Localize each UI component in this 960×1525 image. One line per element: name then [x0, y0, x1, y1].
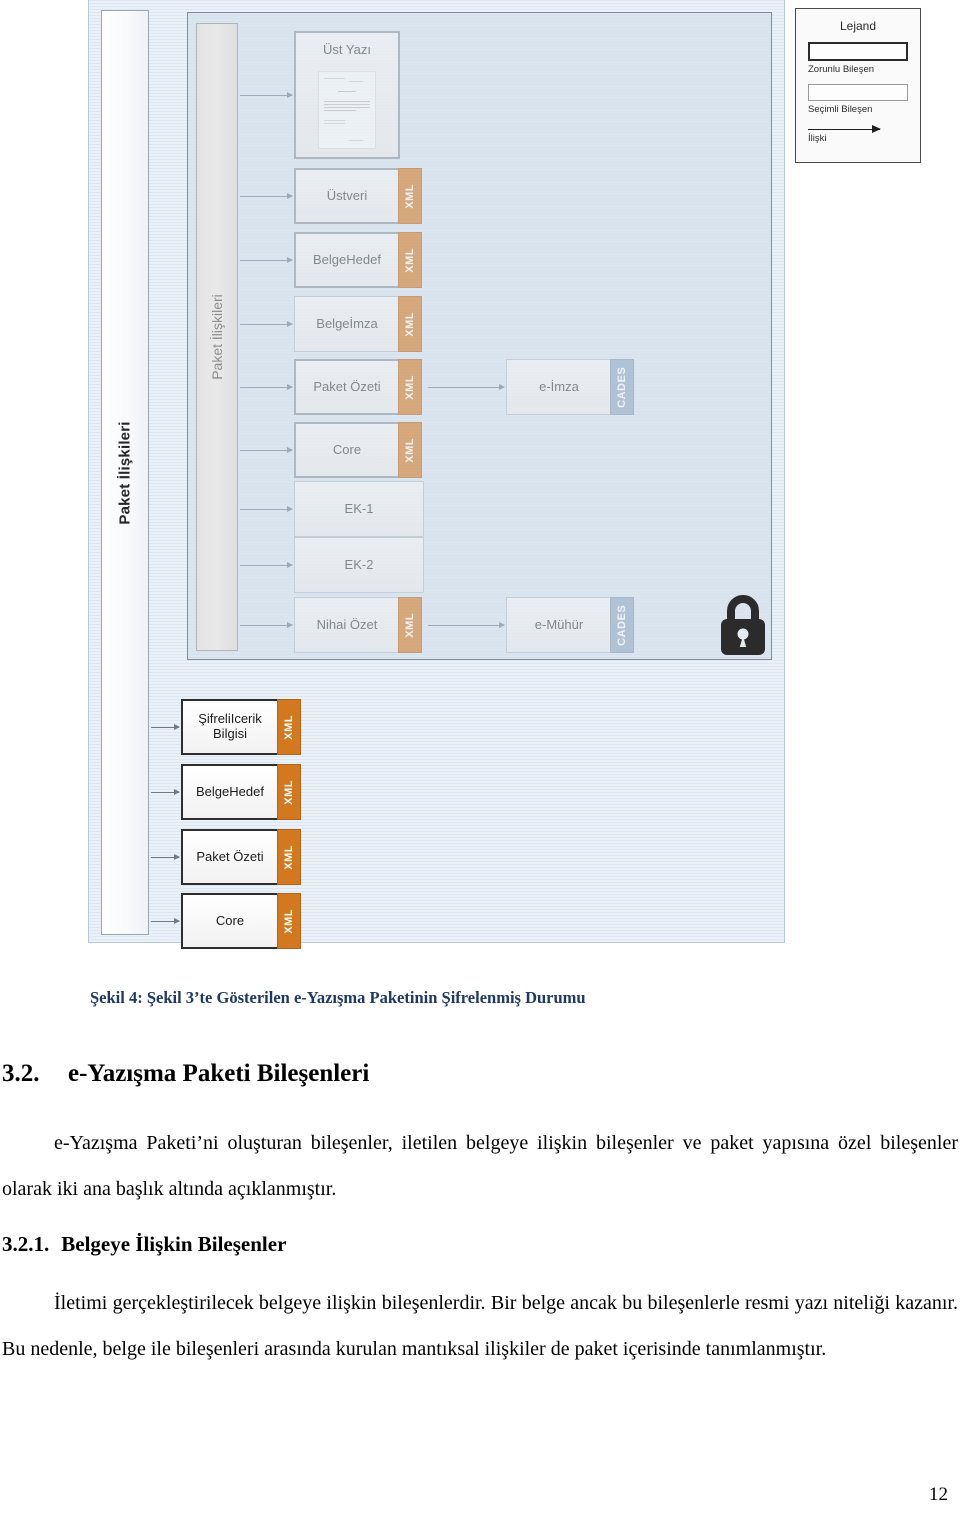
node-label: BelgeHedef: [313, 251, 381, 267]
node-ek-1[interactable]: EK-1: [294, 481, 424, 537]
node-ustveri[interactable]: Üstveri XML: [294, 168, 422, 224]
node-e-muhur[interactable]: e-Mühür CADES: [506, 597, 634, 653]
node-label: BelgeHedef: [196, 783, 264, 799]
encrypted-package-container: Paket İlişkileri Üst Yazı Üstveri XML Be…: [187, 12, 772, 660]
relation-arrow: [240, 447, 293, 453]
lock-icon: [713, 591, 773, 661]
format-tag-xml: XML: [398, 232, 422, 288]
node-belgehedef-outer[interactable]: BelgeHedef XML: [181, 764, 301, 820]
legend-label-optional: Seçimli Bileşen: [808, 104, 873, 115]
node-label: Nihai Özet: [316, 616, 378, 632]
node-label: e-Mühür: [534, 616, 584, 632]
node-sifreli-icerik-bilgisi[interactable]: ŞifreliIcerik Bilgisi XML: [181, 699, 301, 755]
format-tag-label: XML: [403, 437, 416, 463]
format-tag-label: XML: [403, 374, 416, 400]
relation-arrow: [240, 193, 293, 199]
node-ek-2[interactable]: EK-2: [294, 537, 424, 593]
inner-package-relations-band: Paket İlişkileri: [196, 23, 238, 651]
node-label: Paket Özeti: [196, 848, 264, 864]
section-number: 3.2.: [2, 1060, 40, 1087]
format-tag-xml: XML: [277, 829, 301, 885]
format-tag-label: XML: [282, 714, 295, 740]
format-tag-xml: XML: [277, 893, 301, 949]
legend-arrow-icon: [808, 125, 881, 133]
legend-swatch-optional: [808, 84, 908, 101]
outer-band-label: Paket İlişkileri: [116, 420, 134, 525]
page-number: 12: [929, 1484, 948, 1505]
node-label: e-İmza: [539, 378, 579, 394]
node-core[interactable]: Core XML: [294, 422, 422, 478]
format-tag-label: XML: [282, 779, 295, 805]
legend-label-relation: İlişki: [808, 133, 827, 144]
format-tag-xml: XML: [398, 422, 422, 478]
node-label: EK-1: [344, 500, 374, 516]
legend-swatch-mandatory: [808, 42, 908, 61]
format-tag-label: XML: [403, 612, 416, 638]
relation-arrow: [151, 918, 180, 924]
relation-arrow: [240, 562, 293, 568]
legend-box: Lejand Zorunlu Bileşen Seçimli Bileşen İ…: [795, 8, 921, 163]
node-label: Paket Özeti: [313, 378, 381, 394]
inner-band-label: Paket İlişkileri: [209, 294, 225, 380]
format-tag-cades: CADES: [610, 359, 634, 415]
format-tag-xml: XML: [277, 764, 301, 820]
node-paket-ozeti[interactable]: Paket Özeti XML: [294, 359, 422, 415]
format-tag-label: XML: [403, 183, 416, 209]
relation-arrow: [151, 724, 180, 730]
format-tag-label: XML: [403, 311, 416, 337]
paragraph-1: e-Yazışma Paketi’ni oluşturan bileşenler…: [2, 1132, 958, 1200]
format-tag-xml: XML: [398, 597, 422, 653]
relation-arrow: [240, 92, 293, 98]
node-label: Core: [215, 912, 245, 928]
relation-arrow: [428, 384, 505, 390]
relation-arrow: [428, 622, 505, 628]
section-title: e-Yazışma Paketi Bileşenleri: [68, 1060, 370, 1087]
section-number: 3.2.1.: [2, 1232, 50, 1256]
format-tag-xml: XML: [398, 168, 422, 224]
relation-arrow: [151, 789, 180, 795]
relation-arrow: [240, 622, 293, 628]
legend-label-mandatory: Zorunlu Bileşen: [808, 64, 875, 75]
node-label: Üstveri: [326, 187, 368, 203]
format-tag-xml: XML: [398, 296, 422, 352]
format-tag-xml: XML: [398, 359, 422, 415]
format-tag-label: XML: [282, 908, 295, 934]
paragraph-2: İletimi gerçekleştirilecek belgeye ilişk…: [2, 1292, 958, 1360]
node-belgehedef[interactable]: BelgeHedef XML: [294, 232, 422, 288]
node-label: EK-2: [344, 556, 374, 572]
section-title: Belgeye İlişkin Bileşenler: [61, 1232, 287, 1256]
node-nihai-ozet[interactable]: Nihai Özet XML: [294, 597, 422, 653]
relation-arrow: [240, 257, 293, 263]
section-heading-3-2-1: 3.2.1. Belgeye İlişkin Bileşenler: [2, 1232, 958, 1257]
section-heading-3-2: 3.2. e-Yazışma Paketi Bileşenleri: [2, 1060, 958, 1088]
relation-arrow: [240, 384, 293, 390]
node-e-imza[interactable]: e-İmza CADES: [506, 359, 634, 415]
node-core-outer[interactable]: Core XML: [181, 893, 301, 949]
relation-arrow: [240, 321, 293, 327]
format-tag-label: CADES: [615, 604, 628, 646]
format-tag-cades: CADES: [610, 597, 634, 653]
figure-caption: Şekil 4: Şekil 3’te Gösterilen e-Yazışma…: [90, 988, 586, 1007]
node-paket-ozeti-outer[interactable]: Paket Özeti XML: [181, 829, 301, 885]
format-tag-label: XML: [282, 844, 295, 870]
relation-arrow: [240, 506, 293, 512]
document-preview-thumbnail: [318, 71, 376, 149]
legend-title: Lejand: [839, 19, 877, 33]
format-tag-label: XML: [403, 247, 416, 273]
outer-package-relations-band: Paket İlişkileri: [101, 10, 149, 935]
node-label: ŞifreliIcerik Bilgisi: [198, 711, 262, 741]
node-label: Üst Yazı: [323, 42, 371, 57]
format-tag-label: CADES: [615, 366, 628, 408]
node-ust-yazi[interactable]: Üst Yazı: [294, 31, 400, 159]
relation-arrow: [151, 854, 180, 860]
node-label: Belgeİmza: [316, 315, 378, 331]
node-label: Core: [332, 441, 362, 457]
node-belgeimza[interactable]: Belgeİmza XML: [294, 296, 422, 352]
figure-canvas: Paket İlişkileri Paket İlişkileri Üst Ya…: [88, 0, 785, 949]
format-tag-xml: XML: [277, 699, 301, 755]
